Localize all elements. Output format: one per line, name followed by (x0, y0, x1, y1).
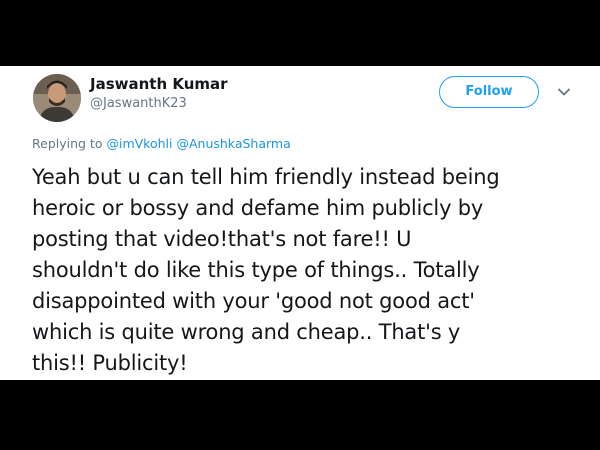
tweet-text: Yeah but u can tell him friendly instead… (32, 162, 588, 379)
tweet-card: Jaswanth Kumar @JaswanthK23 Follow Reply… (0, 66, 600, 380)
profile-photo-icon (33, 74, 81, 122)
replying-to-line: Replying to @imVkohli @AnushkaSharma (32, 136, 291, 151)
screenshot-frame: Jaswanth Kumar @JaswanthK23 Follow Reply… (0, 0, 600, 450)
author-handle[interactable]: @JaswanthK23 (90, 96, 187, 111)
tweet-text-line: shouldn't do like this type of things.. … (32, 258, 480, 282)
tweet-text-line: disappointed with your 'good not good ac… (32, 289, 475, 313)
tweet-text-line: this!! Publicity! (32, 351, 188, 375)
follow-button[interactable]: Follow (439, 76, 539, 108)
replying-to-label: Replying to (32, 136, 103, 151)
tweet-text-line: posting that video!that's not fare!! U (32, 227, 412, 251)
tweet-text-line: which is quite wrong and cheap.. That's … (32, 320, 461, 344)
chevron-down-icon[interactable] (556, 84, 572, 100)
tweet-text-line: heroic or bossy and defame him publicly … (32, 196, 484, 220)
tweet-text-line: Yeah but u can tell him friendly instead… (32, 165, 500, 189)
mention-link-imvkohli[interactable]: @imVkohli (106, 136, 172, 151)
author-display-name[interactable]: Jaswanth Kumar (90, 75, 228, 93)
mention-link-anushkasharma[interactable]: @AnushkaSharma (176, 136, 290, 151)
avatar[interactable] (33, 74, 81, 122)
